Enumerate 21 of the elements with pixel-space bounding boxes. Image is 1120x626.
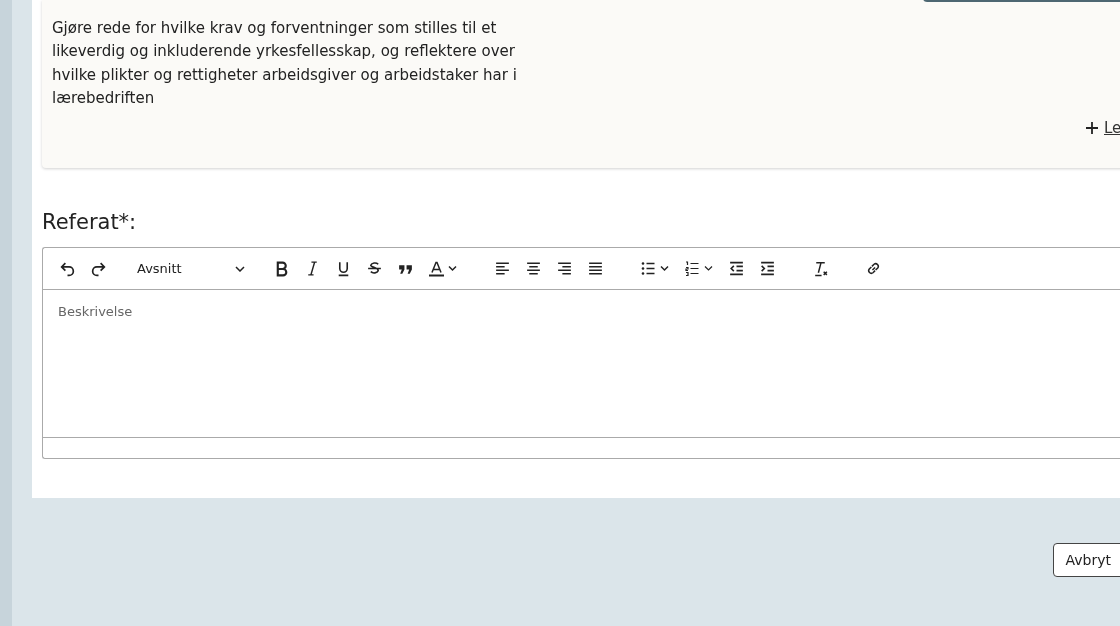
redo-icon[interactable] <box>90 260 107 277</box>
indent-icon[interactable] <box>759 260 776 277</box>
bullet-list-icon[interactable] <box>640 260 670 277</box>
justify-icon[interactable] <box>587 260 604 277</box>
add-link[interactable]: Le <box>1104 119 1120 138</box>
plus-icon <box>1085 121 1099 136</box>
chevron-down-icon <box>235 265 245 272</box>
link-icon[interactable] <box>865 260 882 277</box>
align-left-icon[interactable] <box>494 260 511 277</box>
align-right-icon[interactable] <box>556 260 573 277</box>
strikethrough-icon[interactable] <box>366 260 383 277</box>
referat-label: Referat*: <box>42 210 138 234</box>
outdent-icon[interactable] <box>728 260 745 277</box>
clear-format-icon[interactable] <box>812 260 829 277</box>
numbered-list-icon[interactable] <box>684 260 714 277</box>
align-center-icon[interactable] <box>525 260 542 277</box>
cancel-button[interactable]: Avbryt <box>1052 543 1120 577</box>
block-format-select[interactable]: Avsnitt <box>137 261 249 276</box>
undo-icon[interactable] <box>59 260 76 277</box>
text-color-icon[interactable] <box>428 260 458 277</box>
goal-description: Gjøre rede for hvilke krav og forventninger som stilles til et likeverdig og inkluderende yrkesfellesskap, og reflektere over hvilke plikter og rettigheter arbeidsgiver og arbeidstaker har i lærebedriften <box>52 18 518 109</box>
